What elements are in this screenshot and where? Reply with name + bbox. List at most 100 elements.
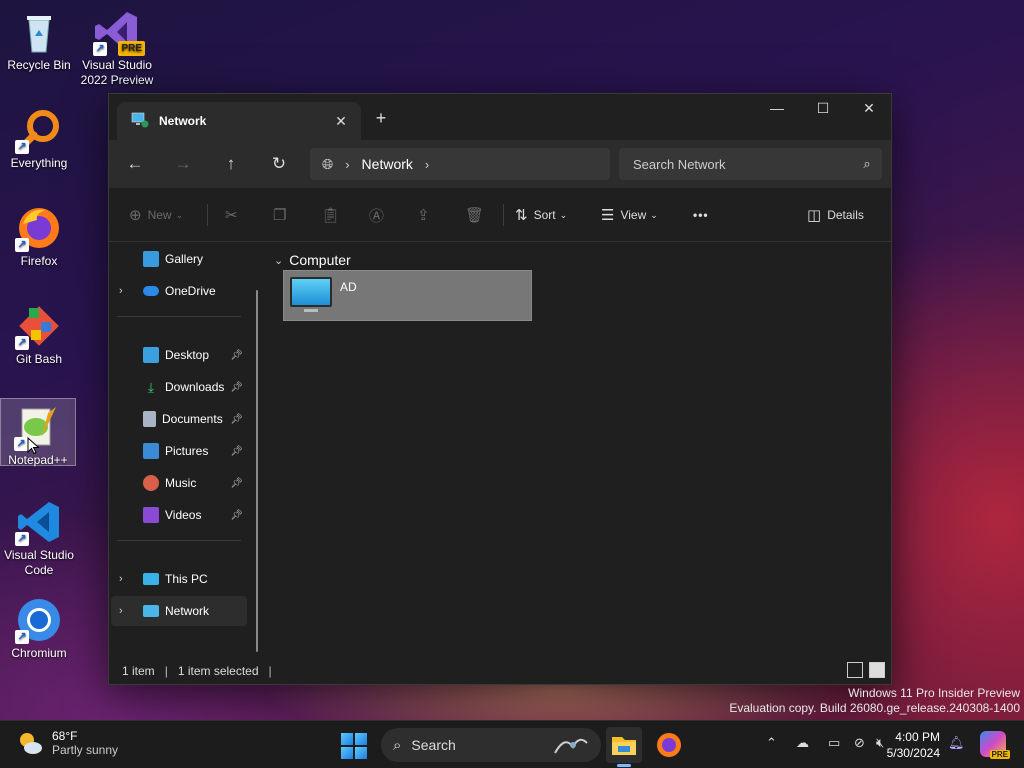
watermark-line: Evaluation copy. Build 26080.ge_release.… — [729, 701, 1020, 715]
refresh-button[interactable]: ↻ — [263, 150, 295, 178]
desktop-icon-visual-studio[interactable]: PRE ↗ Visual Studio 2022 Preview — [79, 8, 155, 88]
sort-button[interactable]: ⇅ Sort ⌄ — [515, 202, 567, 228]
group-header-computer[interactable]: ⌄ Computer — [274, 252, 351, 268]
desktop-icon-vscode[interactable]: ↗ Visual Studio Code — [1, 498, 77, 578]
maximize-button[interactable]: ☐ — [800, 94, 846, 124]
pin-icon[interactable]: 📌︎ — [230, 478, 243, 489]
firefox-taskbar-button[interactable] — [651, 727, 687, 763]
pin-icon[interactable]: 📌︎ — [230, 414, 243, 425]
sidebar-item-label: Videos — [165, 508, 202, 522]
more-options-button[interactable]: ••• — [693, 202, 709, 228]
music-icon — [143, 475, 159, 491]
search-highlight-icon — [551, 733, 591, 760]
back-button[interactable]: ← — [119, 150, 151, 178]
vscode-icon: ↗ — [15, 498, 63, 546]
sidebar-item-music[interactable]: Music 📌︎ — [111, 468, 247, 498]
breadcrumb-chevron-icon[interactable]: › — [425, 157, 429, 172]
view-button[interactable]: ☰ View ⌄ — [601, 202, 658, 228]
share-icon: ⇪ — [417, 207, 430, 224]
search-input[interactable]: Search Network ⌕ — [619, 148, 882, 180]
sidebar-item-downloads[interactable]: ⤓ Downloads 📌︎ — [111, 372, 247, 402]
computer-icon — [290, 277, 332, 307]
shortcut-arrow-icon: ↗ — [14, 437, 28, 451]
sidebar-item-pictures[interactable]: Pictures 📌︎ — [111, 436, 247, 466]
cut-button[interactable]: ✂ — [225, 202, 244, 228]
pin-icon[interactable]: 📌︎ — [230, 350, 243, 361]
status-bar: 1 item | 1 item selected | — [109, 658, 891, 684]
volume-muted-icon[interactable]: 🔇︎ — [876, 735, 884, 751]
cloud-icon — [143, 286, 159, 296]
copilot-icon[interactable]: PRE — [980, 731, 1010, 759]
forward-button[interactable]: → — [167, 150, 199, 178]
share-button[interactable]: ⇪ — [417, 202, 436, 228]
sidebar-item-this-pc[interactable]: › This PC — [111, 564, 247, 594]
sidebar-item-desktop[interactable]: Desktop 📌︎ — [111, 340, 247, 370]
details-label: Details — [827, 208, 864, 222]
tiles-view-toggle[interactable] — [869, 662, 885, 678]
details-view-toggle[interactable] — [847, 662, 863, 678]
scissors-icon: ✂ — [225, 207, 238, 224]
details-pane-button[interactable]: ◫ Details — [807, 202, 864, 228]
sidebar-scrollbar[interactable] — [256, 290, 258, 652]
computer-icon — [143, 573, 159, 585]
desktop-icon-firefox[interactable]: ↗ Firefox — [1, 204, 77, 269]
shortcut-arrow-icon: ↗ — [15, 630, 29, 644]
network-status-icon[interactable]: ⊘ — [854, 735, 865, 751]
weather-widget[interactable]: 68°F Partly sunny — [16, 729, 118, 757]
pin-icon[interactable]: 📌︎ — [230, 510, 243, 521]
display-icon[interactable]: ▭ — [828, 735, 840, 751]
expand-chevron-icon[interactable]: › — [119, 573, 135, 585]
minimize-button[interactable]: — — [754, 94, 800, 124]
pin-icon[interactable]: 📌︎ — [230, 382, 243, 393]
chevron-down-icon: ⌄ — [175, 209, 184, 220]
network-computer-tile[interactable]: AD — [283, 270, 532, 321]
sidebar-item-label: Network — [165, 604, 210, 618]
start-button[interactable] — [341, 733, 367, 759]
expand-chevron-icon[interactable]: › — [119, 285, 135, 297]
breadcrumb-network[interactable]: Network — [362, 156, 413, 172]
mouse-cursor-icon — [27, 436, 40, 458]
show-hidden-icons-chevron-icon[interactable]: ⌃ — [766, 735, 777, 751]
paste-button[interactable]: 📋︎ — [321, 202, 346, 228]
close-window-button[interactable]: ✕ — [846, 94, 892, 124]
watermark-line: Windows 11 Pro Insider Preview — [848, 686, 1020, 700]
preview-badge: PRE — [118, 41, 145, 56]
new-button[interactable]: ⊕ New ⌄ — [129, 202, 183, 228]
desktop-icon-label: Git Bash — [15, 352, 63, 366]
copy-button[interactable]: ❐ — [273, 202, 292, 228]
sidebar-item-label: Gallery — [165, 252, 204, 266]
tab-close-icon[interactable]: ✕ — [331, 111, 351, 131]
delete-button[interactable]: 🗑︎ — [465, 202, 490, 228]
sidebar-item-documents[interactable]: Documents 📌︎ — [111, 404, 247, 434]
desktop-icon-chromium[interactable]: ↗ Chromium — [1, 596, 77, 661]
clock-time: 4:00 PM — [895, 730, 940, 744]
onedrive-offline-icon[interactable]: ☁︎ — [796, 735, 809, 751]
sidebar-item-network[interactable]: › Network — [111, 596, 247, 626]
pictures-icon — [143, 443, 159, 459]
tab-network[interactable]: Network ✕ — [117, 102, 361, 140]
copy-icon: ❐ — [273, 207, 287, 224]
pin-icon[interactable]: 📌︎ — [230, 446, 243, 457]
desktop-icon-git-bash[interactable]: ↗ Git Bash — [1, 302, 77, 367]
notification-bell-icon[interactable]: 🔔︎ — [948, 735, 965, 751]
desktop-icon-everything[interactable]: ↗ Everything — [1, 106, 77, 171]
view-list-icon: ☰ — [601, 207, 615, 224]
chromium-icon: ↗ — [15, 596, 63, 644]
sidebar-item-videos[interactable]: Videos 📌︎ — [111, 500, 247, 530]
expand-chevron-icon[interactable]: › — [119, 605, 135, 617]
desktop-icon-recycle-bin[interactable]: Recycle Bin — [1, 8, 77, 73]
toolbar-divider — [207, 204, 208, 226]
rename-button[interactable]: Ⓐ — [369, 202, 390, 228]
shortcut-arrow-icon: ↗ — [15, 238, 29, 252]
system-clock[interactable]: 4:00 PM 5/30/2024 — [887, 729, 940, 761]
sidebar-item-gallery[interactable]: Gallery — [111, 244, 247, 274]
shortcut-arrow-icon: ↗ — [15, 140, 29, 154]
sidebar-item-onedrive[interactable]: › OneDrive — [111, 276, 247, 306]
taskbar-search-box[interactable]: ⌕ Search — [381, 728, 601, 762]
desktop-icon-label: Firefox — [20, 254, 58, 268]
address-bar[interactable]: 🌐︎ › Network › — [310, 148, 610, 180]
up-button[interactable]: ↑ — [215, 150, 247, 178]
new-tab-button[interactable]: + — [369, 106, 393, 130]
file-explorer-taskbar-button[interactable] — [606, 727, 642, 767]
search-icon: ⌕ — [393, 736, 402, 754]
